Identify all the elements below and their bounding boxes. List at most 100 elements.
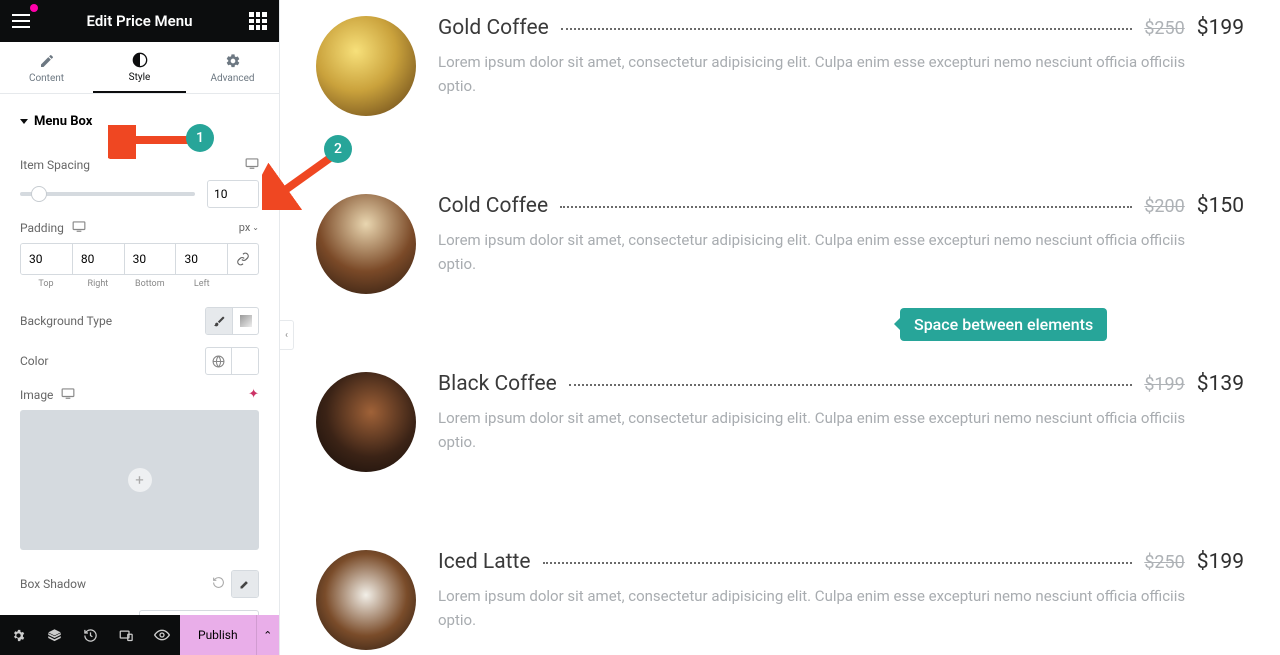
box-shadow-label: Box Shadow (20, 577, 86, 591)
item-spacing-slider[interactable] (20, 192, 195, 196)
menu-icon[interactable] (12, 14, 30, 28)
menu-item-old-price: $250 (1144, 18, 1184, 39)
padding-top-input[interactable] (21, 244, 73, 274)
menu-item-body: Gold Coffee $250 $199 Lorem ipsum dolor … (438, 16, 1244, 98)
tab-advanced[interactable]: Advanced (186, 42, 279, 93)
settings-icon[interactable] (0, 615, 36, 655)
padding-label-top: Top (20, 279, 72, 289)
menu-item-old-price: $199 (1144, 374, 1184, 395)
chevron-up-icon: ⌃ (263, 629, 272, 642)
item-spacing-input[interactable] (207, 180, 259, 208)
menu-item-title: Cold Coffee (438, 194, 548, 218)
annotation-bubble-2: 2 (324, 135, 352, 163)
menu-item-description: Lorem ipsum dolor sit amet, consectetur … (438, 228, 1198, 276)
section-menu-box[interactable]: Menu Box (20, 94, 259, 145)
item-spacing-label: Item Spacing (20, 158, 90, 172)
padding-inputs (20, 243, 259, 275)
tab-content[interactable]: Content (0, 42, 93, 93)
responsive-icon[interactable] (72, 220, 86, 235)
tab-label: Advanced (210, 73, 254, 84)
price-menu-item: Gold Coffee $250 $199 Lorem ipsum dolor … (316, 6, 1244, 144)
menu-item-image (316, 16, 416, 116)
responsive-icon[interactable] (245, 157, 259, 172)
price-menu-item: Black Coffee $199 $139 Lorem ipsum dolor… (316, 362, 1244, 500)
reset-icon[interactable] (212, 576, 225, 592)
color-swatch[interactable] (232, 348, 258, 374)
menu-item-description: Lorem ipsum dolor sit amet, consectetur … (438, 584, 1198, 632)
menu-item-price: $199 (1197, 16, 1244, 40)
separator-line (569, 384, 1133, 386)
brush-icon (213, 315, 226, 328)
image-picker[interactable]: + (20, 410, 259, 550)
half-circle-icon (132, 52, 148, 68)
menu-item-price: $199 (1197, 550, 1244, 574)
bg-classic-button[interactable] (206, 308, 232, 334)
price-menu-item: Iced Latte $250 $199 Lorem ipsum dolor s… (316, 540, 1244, 655)
menu-item-price: $139 (1197, 372, 1244, 396)
menu-item-old-price: $200 (1144, 196, 1184, 217)
ai-sparkle-icon[interactable]: ✦ (248, 387, 259, 402)
annotation-bubble-1: 1 (186, 124, 214, 152)
annotation-callout: Space between elements (900, 308, 1107, 341)
color-control (205, 347, 259, 375)
image-label: Image (20, 388, 53, 402)
style-panel: Menu Box Item Spacing Padding (0, 94, 279, 615)
background-type-group (205, 307, 259, 335)
menu-item-body: Iced Latte $250 $199 Lorem ipsum dolor s… (438, 550, 1244, 632)
link-values-icon[interactable] (228, 244, 258, 274)
background-type-label: Background Type (20, 314, 112, 328)
notification-dot-icon (30, 4, 38, 12)
menu-item-image (316, 194, 416, 294)
panel-title: Edit Price Menu (87, 12, 193, 30)
editor-sidebar: Edit Price Menu Content Style Advanced M… (0, 0, 280, 655)
padding-left-input[interactable] (176, 244, 228, 274)
padding-bottom-input[interactable] (125, 244, 177, 274)
preview-icon[interactable] (144, 615, 180, 655)
separator-line (561, 28, 1133, 30)
menu-item-old-price: $250 (1144, 552, 1184, 573)
panel-tabs: Content Style Advanced (0, 42, 279, 94)
editor-footer: Publish ⌃ (0, 615, 279, 655)
menu-item-description: Lorem ipsum dolor sit amet, consectetur … (438, 406, 1198, 454)
separator-line (560, 206, 1132, 208)
bg-gradient-button[interactable] (232, 308, 258, 334)
responsive-mode-icon[interactable] (108, 615, 144, 655)
menu-item-title: Gold Coffee (438, 16, 549, 40)
menu-item-description: Lorem ipsum dolor sit amet, consectetur … (438, 50, 1198, 98)
navigator-icon[interactable] (36, 615, 72, 655)
box-shadow-edit-button[interactable] (232, 571, 258, 597)
global-color-icon[interactable] (206, 348, 232, 374)
publish-options-button[interactable]: ⌃ (256, 615, 279, 655)
gear-icon (225, 53, 241, 69)
padding-label: Padding (20, 221, 64, 235)
section-title: Menu Box (34, 114, 92, 129)
menu-item-image (316, 550, 416, 650)
tab-style[interactable]: Style (93, 42, 186, 93)
publish-button[interactable]: Publish (180, 615, 256, 655)
menu-item-body: Black Coffee $199 $139 Lorem ipsum dolor… (438, 372, 1244, 454)
canvas-preview: Gold Coffee $250 $199 Lorem ipsum dolor … (280, 0, 1280, 655)
apps-icon[interactable] (249, 12, 267, 30)
padding-right-input[interactable] (73, 244, 125, 274)
tab-label: Style (129, 72, 151, 83)
price-menu-item: Cold Coffee $200 $150 Lorem ipsum dolor … (316, 184, 1244, 322)
menu-item-title: Black Coffee (438, 372, 557, 396)
responsive-icon[interactable] (61, 387, 75, 402)
padding-unit-select[interactable]: px⌄ (239, 221, 259, 234)
history-icon[interactable] (72, 615, 108, 655)
menu-item-image (316, 372, 416, 472)
menu-item-title: Iced Latte (438, 550, 531, 574)
menu-item-price: $150 (1197, 194, 1244, 218)
tab-label: Content (29, 73, 64, 84)
caret-down-icon (20, 119, 28, 124)
editor-top-bar: Edit Price Menu (0, 0, 279, 42)
padding-label-right: Right (72, 279, 124, 289)
pencil-icon (239, 578, 251, 590)
padding-label-bottom: Bottom (124, 279, 176, 289)
plus-icon: + (128, 468, 152, 492)
padding-label-left: Left (176, 279, 228, 289)
separator-line (543, 562, 1133, 564)
pencil-icon (39, 53, 55, 69)
menu-item-body: Cold Coffee $200 $150 Lorem ipsum dolor … (438, 194, 1244, 276)
color-label: Color (20, 354, 48, 368)
